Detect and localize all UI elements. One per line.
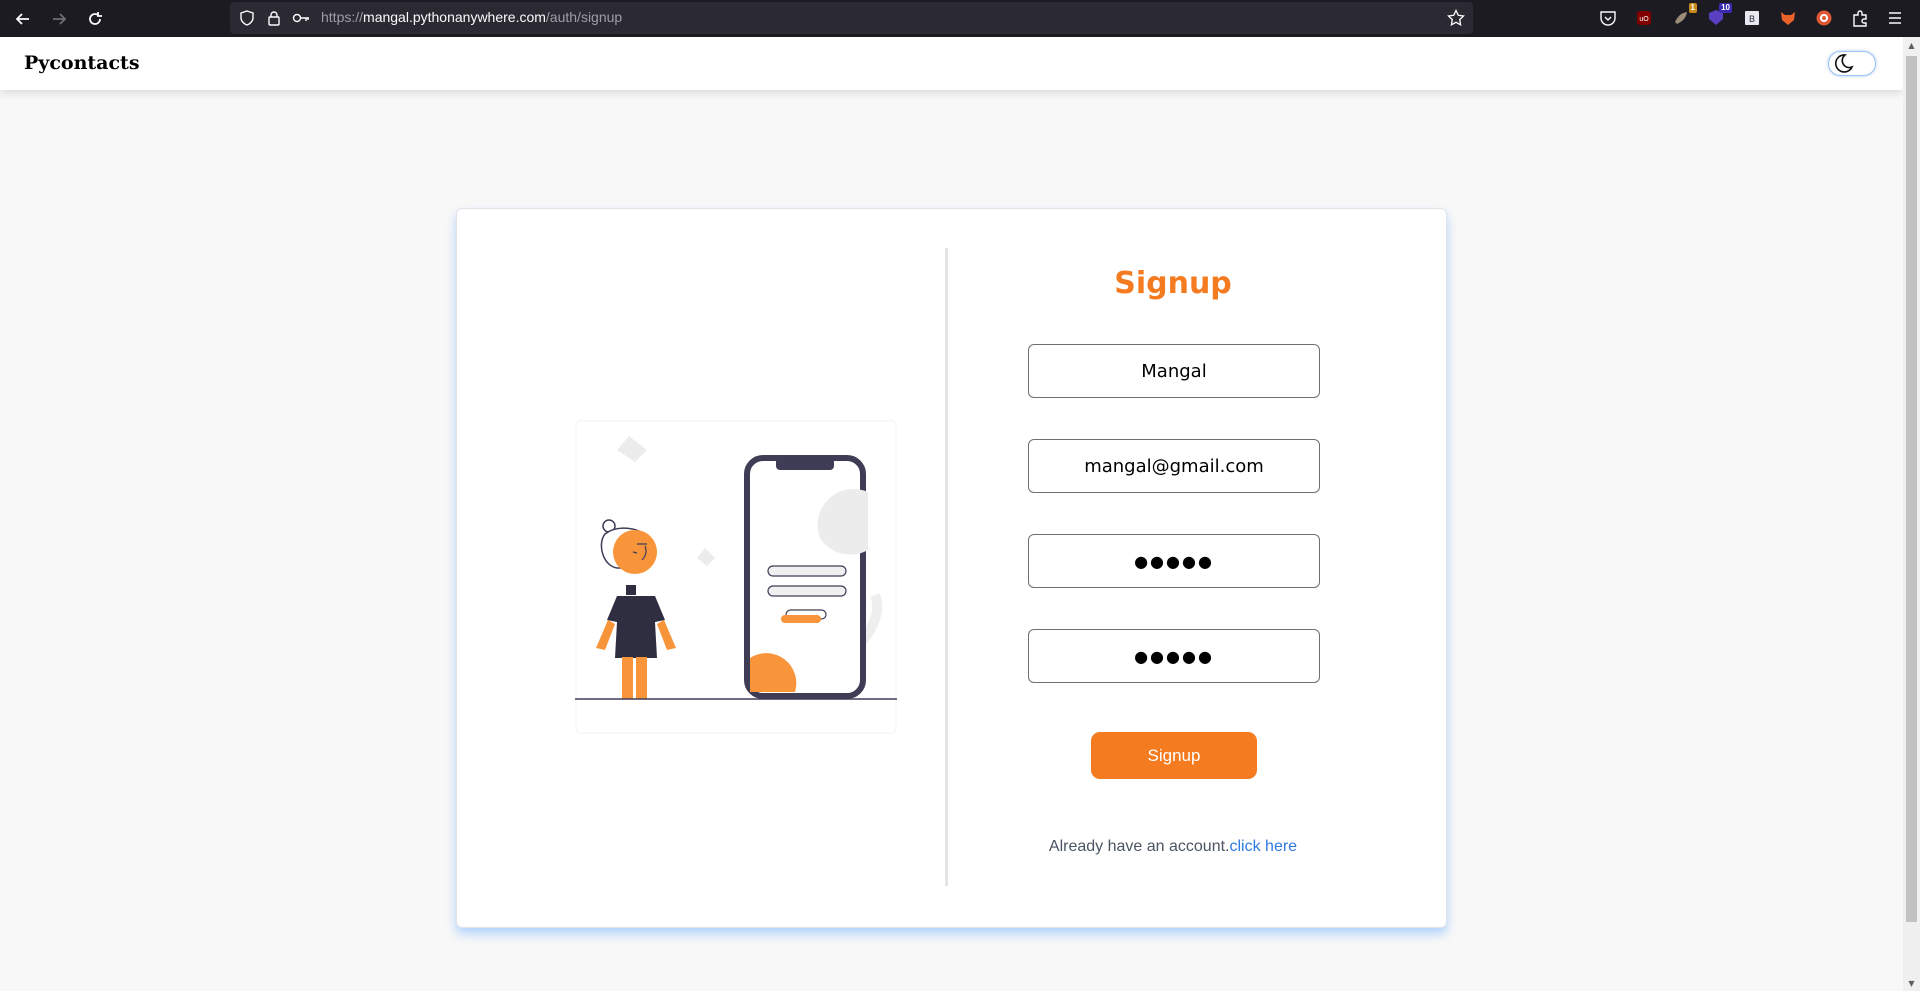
pocket-icon[interactable] [1597, 7, 1619, 29]
extension-10-icon[interactable]: 10 [1705, 3, 1732, 29]
name-input[interactable] [1028, 344, 1320, 398]
browser-toolbar: https://mangal.pythonanywhere.com/auth/s… [0, 0, 1920, 37]
email-input[interactable] [1028, 439, 1320, 493]
bitwarden-icon[interactable]: B [1741, 7, 1763, 29]
scroll-up-arrow-icon[interactable]: ▲ [1906, 39, 1917, 51]
top-navbar [0, 37, 1903, 90]
confirm-password-input[interactable] [1028, 629, 1320, 683]
url-path: /auth/signup [545, 9, 623, 25]
password-input[interactable] [1028, 534, 1320, 588]
arrow-right-icon [53, 13, 67, 25]
lock-icon[interactable] [265, 9, 283, 27]
theme-toggle[interactable] [1828, 51, 1876, 76]
login-prompt-text: Already have an account. [1048, 838, 1230, 855]
url-bar[interactable]: https://mangal.pythonanywhere.com/auth/s… [230, 2, 1473, 34]
svg-text:uO: uO [1639, 16, 1649, 23]
arrow-left-icon [15, 13, 29, 25]
scrollbar-thumb[interactable] [1906, 56, 1917, 922]
hamburger-menu-icon[interactable] [1884, 7, 1906, 29]
forward-button[interactable] [46, 6, 72, 32]
signup-title: Signup [1114, 266, 1232, 301]
back-button[interactable] [10, 6, 36, 32]
login-link[interactable]: click here [1229, 838, 1297, 855]
bookmark-star-icon[interactable] [1447, 9, 1465, 27]
login-prompt: Already have an account.click here [1000, 838, 1346, 856]
extension-badge: 1 [1688, 3, 1697, 13]
duckduckgo-icon[interactable] [1813, 7, 1835, 29]
shield-icon[interactable] [238, 9, 256, 27]
card-divider [945, 248, 948, 886]
fox-extension-icon[interactable] [1777, 7, 1799, 29]
signup-button[interactable]: Signup [1091, 732, 1257, 779]
url-host: mangal.pythonanywhere.com [363, 9, 546, 25]
reload-icon [89, 12, 102, 25]
extension-badge: 10 [1719, 3, 1732, 13]
extension-1-icon[interactable]: 1 [1670, 3, 1697, 29]
svg-text:B: B [1749, 14, 1755, 24]
url-text[interactable]: https://mangal.pythonanywhere.com/auth/s… [321, 9, 622, 25]
signup-illustration [575, 420, 897, 734]
scroll-down-arrow-icon[interactable]: ▼ [1906, 977, 1917, 989]
ublock-icon[interactable]: uO [1633, 7, 1655, 29]
moon-icon [1834, 54, 1854, 73]
brand-logo[interactable]: Pycontacts [24, 52, 140, 74]
extensions-puzzle-icon[interactable] [1849, 7, 1871, 29]
phone-illustration [744, 455, 868, 699]
url-scheme: https:// [321, 9, 364, 25]
reload-button[interactable] [82, 6, 108, 32]
key-icon[interactable] [292, 9, 310, 27]
